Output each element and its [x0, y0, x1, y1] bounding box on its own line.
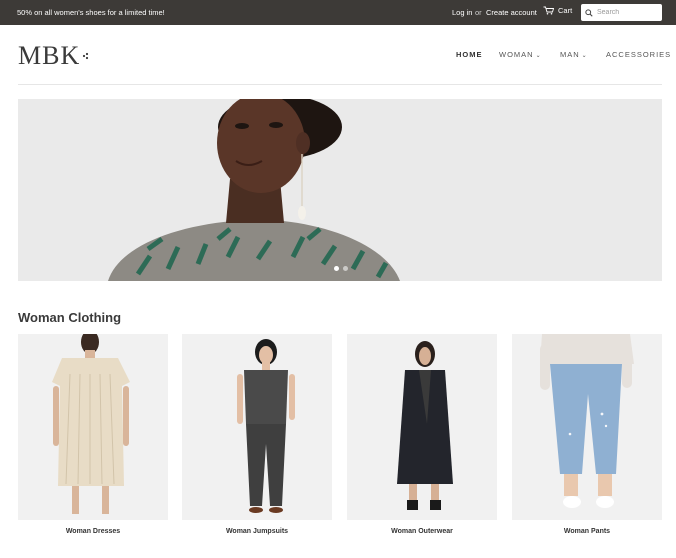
nav-home[interactable]: HOME [456, 50, 483, 59]
product-label[interactable]: Woman Outerwear [347, 528, 497, 535]
promo-text: 50% on all women's shoes for a limited t… [17, 8, 165, 17]
product-image [18, 334, 168, 520]
search-box[interactable] [581, 4, 663, 21]
nav-accessories[interactable]: ACCESSORIES [606, 50, 671, 59]
product-label[interactable]: Woman Dresses [18, 528, 168, 535]
product-image [347, 334, 497, 520]
cart-icon [543, 6, 554, 15]
product-label[interactable]: Woman Jumpsuits [182, 528, 332, 535]
search-input[interactable] [597, 9, 663, 16]
product-label[interactable]: Woman Pants [512, 528, 662, 535]
hero-image [18, 99, 662, 281]
or-text: or [475, 8, 482, 17]
slide-dot-2[interactable] [343, 266, 348, 271]
chevron-down-icon: ⌄ [535, 53, 542, 59]
nav-man-label: MAN [560, 50, 580, 59]
product-card-jumpsuits[interactable] [182, 334, 332, 520]
search-icon [585, 8, 593, 17]
nav-woman[interactable]: WOMAN ⌄ [499, 50, 542, 59]
logo[interactable]: MBK [18, 41, 89, 71]
announcement-bar: 50% on all women's shoes for a limited t… [0, 0, 676, 25]
logo-text: MBK [18, 41, 81, 70]
slide-dot-1[interactable] [334, 266, 339, 271]
cart-link[interactable]: Cart [543, 6, 572, 15]
product-image [512, 334, 662, 520]
logo-mark-icon [83, 52, 89, 60]
section-title: Woman Clothing [18, 310, 122, 325]
cart-label: Cart [558, 6, 573, 15]
hero-slideshow[interactable] [18, 99, 662, 281]
product-card-outerwear[interactable] [347, 334, 497, 520]
product-card-pants[interactable] [512, 334, 662, 520]
nav-man[interactable]: MAN ⌄ [560, 50, 588, 59]
create-account-link[interactable]: Create account [486, 8, 537, 17]
product-card-dresses[interactable] [18, 334, 168, 520]
chevron-down-icon: ⌄ [581, 53, 588, 59]
nav-woman-label: WOMAN [499, 50, 534, 59]
product-image [182, 334, 332, 520]
login-link[interactable]: Log in [452, 8, 472, 17]
header-divider [18, 84, 662, 85]
